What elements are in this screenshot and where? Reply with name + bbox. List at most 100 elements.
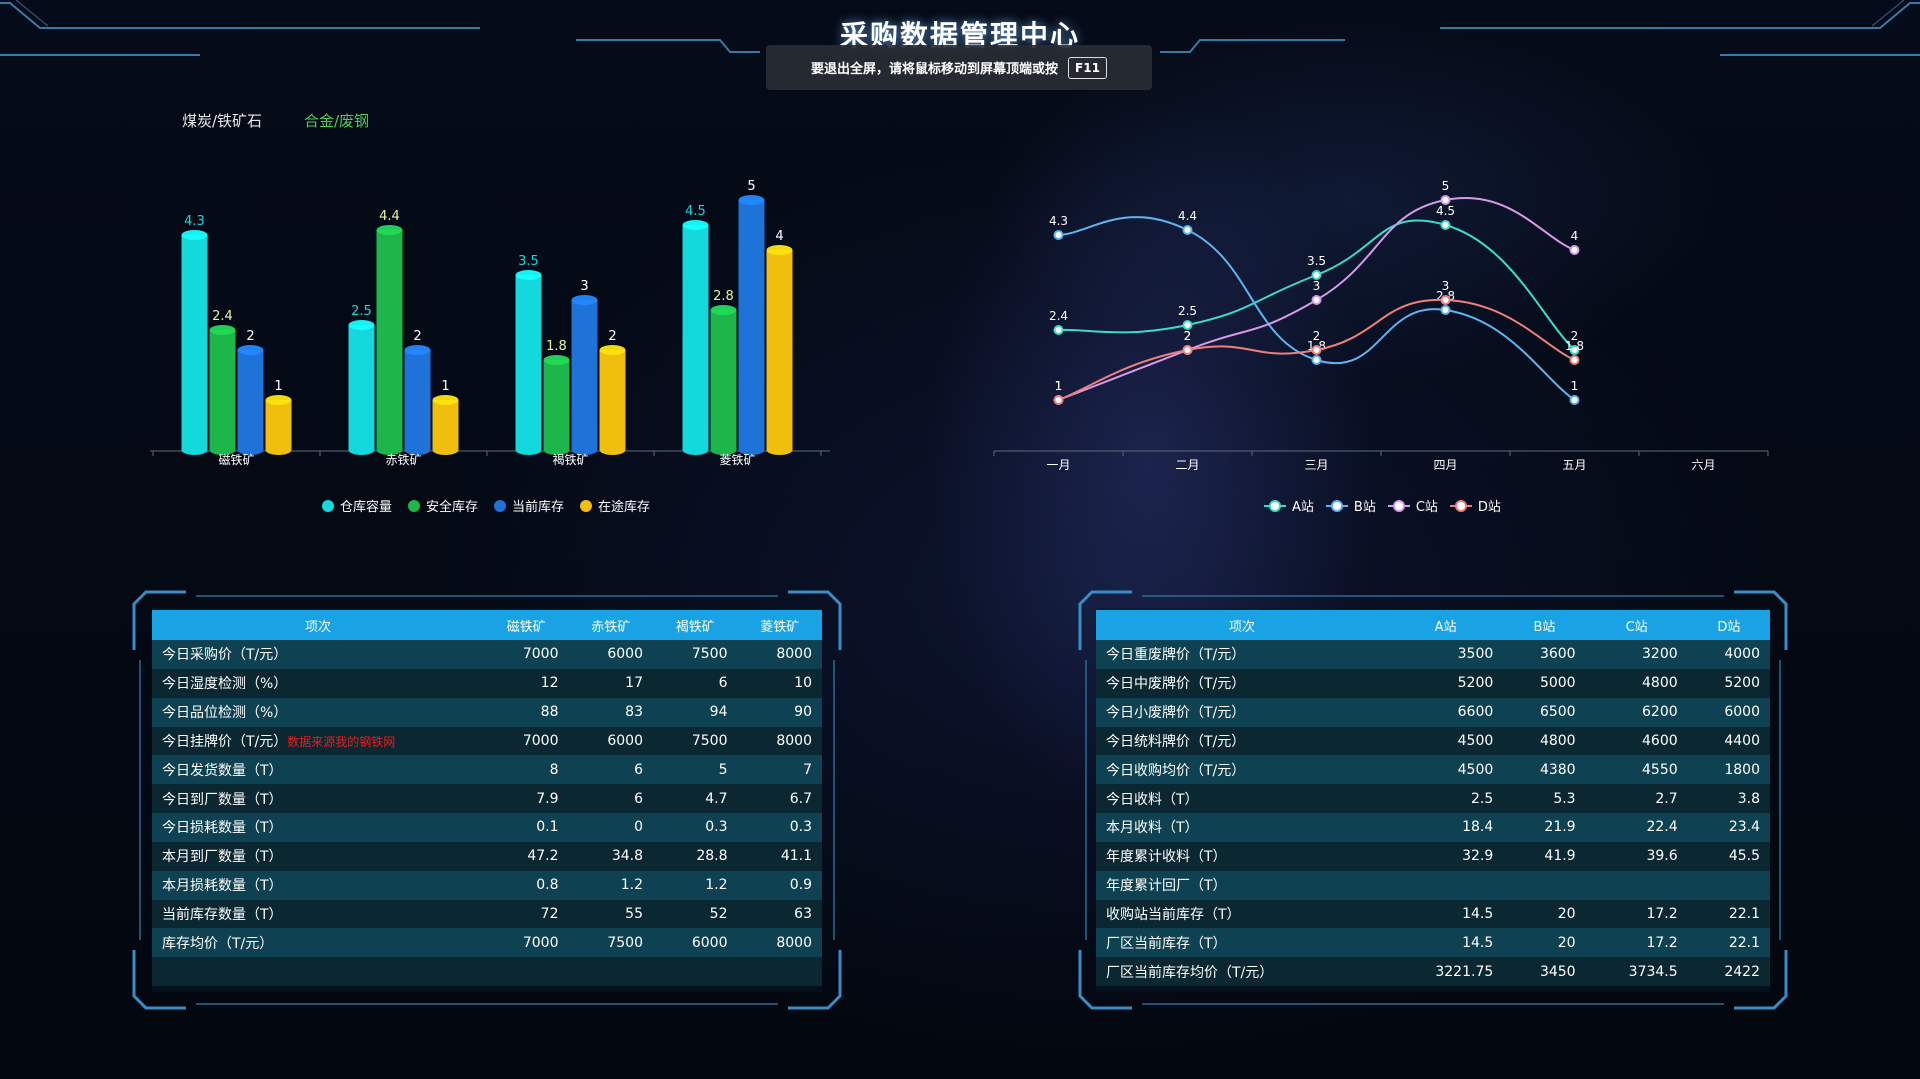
series-point[interactable]: [1440, 220, 1451, 230]
table-cell: 6.7: [737, 784, 822, 814]
table-cell: 17.2: [1585, 928, 1688, 958]
series-point[interactable]: [1569, 245, 1580, 255]
series-line[interactable]: [1058, 216, 1576, 401]
series-point[interactable]: [1311, 270, 1322, 280]
row-label-cell: 当前库存数量（T）: [152, 899, 484, 929]
bar[interactable]: [181, 230, 208, 455]
legend-item-current-stock[interactable]: 当前库存: [494, 496, 564, 515]
table-cell: 18.4: [1388, 813, 1504, 842]
series-point[interactable]: [1440, 195, 1451, 205]
bar[interactable]: [432, 395, 459, 455]
series-point[interactable]: [1569, 355, 1580, 365]
row-label-cell: 厂区当前库存均价（T/元）: [1096, 957, 1388, 987]
bar[interactable]: [682, 220, 709, 455]
series-point[interactable]: [1053, 395, 1064, 405]
table-cell: 0.1: [484, 813, 569, 842]
legend-item-capacity[interactable]: 仓库容量: [322, 496, 392, 515]
table-cell: 7000: [484, 640, 569, 669]
legend-item-safety-stock[interactable]: 安全库存: [408, 496, 478, 515]
row-label: 今日中废牌价（T/元）: [1106, 676, 1246, 693]
row-label: 今日重废牌价（T/元）: [1106, 647, 1246, 664]
table-cell: 3450: [1503, 957, 1586, 987]
table-row: 今日湿度检测（%） 12 17 6 10: [152, 668, 822, 698]
data-source-note: 数据来源我的钢铁网: [287, 734, 396, 749]
col-header: A站: [1388, 610, 1504, 640]
table-cell: 6200: [1585, 697, 1688, 727]
table-cell: 4000: [1687, 640, 1770, 669]
row-label: 当前库存数量（T）: [162, 907, 283, 924]
table-row: 今日中废牌价（T/元） 5200 5000 4800 5200: [1096, 668, 1770, 698]
series-point[interactable]: [1311, 295, 1322, 305]
table-cell: 2422: [1687, 957, 1770, 987]
legend-label: A站: [1292, 500, 1314, 515]
bar[interactable]: [376, 225, 403, 455]
table-cell: 20: [1503, 928, 1586, 958]
series-point[interactable]: [1053, 230, 1064, 240]
bar-value-label: 2.8: [713, 289, 734, 304]
bar[interactable]: [543, 355, 570, 455]
series-point[interactable]: [1440, 295, 1451, 305]
row-label: 收购站当前库存（T）: [1106, 907, 1241, 924]
bar[interactable]: [738, 195, 765, 455]
legend-item-b-station[interactable]: B站: [1325, 496, 1376, 515]
bar[interactable]: [237, 345, 264, 455]
legend-item-c-station[interactable]: C站: [1387, 496, 1438, 515]
row-label: 今日湿度检测（%）: [162, 676, 288, 693]
table-cell: 4550: [1585, 755, 1688, 785]
legend-label: B站: [1353, 500, 1376, 515]
legend-item-d-station[interactable]: D站: [1449, 496, 1501, 515]
series-point[interactable]: [1182, 225, 1193, 235]
bar-chart: 4.3 2.4 2 1 磁铁矿 2.5 4.4 2 1 赤铁矿 3.5 1.8 3 2 褐铁矿 4.5 2.8 5…: [150, 179, 830, 467]
table-row: 当前库存数量（T） 72 55 52 63: [152, 899, 822, 929]
bar[interactable]: [265, 395, 292, 455]
table-row: 今日发货数量（T） 8 6 5 7: [152, 755, 822, 785]
table-row: 今日损耗数量（T） 0.1 0 0.3 0.3: [152, 813, 822, 842]
table-cell: 3500: [1388, 640, 1504, 669]
bar-value-label: 1: [441, 379, 449, 394]
point-value-label: 2: [1184, 329, 1192, 343]
legend-label: D站: [1477, 500, 1501, 515]
point-value-label: 4.4: [1178, 209, 1197, 223]
bar[interactable]: [404, 345, 431, 455]
series-point[interactable]: [1182, 320, 1193, 330]
legend-label: 仓库容量: [340, 500, 393, 515]
table-cell: 8000: [737, 928, 822, 958]
tab-alloy-scrap-steel[interactable]: 合金/废钢: [304, 110, 369, 131]
bar[interactable]: [766, 245, 793, 455]
series-point[interactable]: [1569, 395, 1580, 405]
bar[interactable]: [348, 320, 375, 455]
bar[interactable]: [710, 305, 737, 455]
table-cell: 4800: [1585, 668, 1688, 698]
row-label: 今日收料（T）: [1106, 791, 1199, 808]
table-cell: 63: [737, 899, 822, 929]
table-cell: 90: [737, 697, 822, 727]
fullscreen-notice: 要退出全屏，请将鼠标移动到屏幕顶端或按 F11: [766, 45, 1152, 90]
table-cell: 1.2: [653, 870, 738, 900]
table-row: [152, 957, 822, 987]
col-header: D站: [1687, 610, 1770, 640]
table-cell: 2.5: [1388, 784, 1504, 814]
legend-item-a-station[interactable]: A站: [1264, 496, 1314, 515]
bar[interactable]: [209, 325, 236, 455]
series-point[interactable]: [1440, 305, 1451, 315]
series-point[interactable]: [1311, 355, 1322, 365]
tab-coal-iron-ore[interactable]: 煤炭/铁矿石: [182, 110, 262, 131]
table-cell: 52: [653, 899, 738, 929]
row-label: 今日收购均价（T/元）: [1106, 762, 1246, 779]
series-point[interactable]: [1182, 345, 1193, 355]
col-header: 项次: [1096, 610, 1388, 640]
table-cell: 7: [737, 755, 822, 785]
table-cell: 45.5: [1687, 841, 1770, 871]
legend-item-in-transit[interactable]: 在途库存: [580, 496, 650, 515]
table-cell: 5: [653, 755, 738, 785]
x-axis-tick-label: 赤铁矿: [385, 453, 421, 467]
bar[interactable]: [571, 295, 598, 455]
table-cell: 0.8: [484, 870, 569, 900]
series-point[interactable]: [1311, 345, 1322, 355]
table-cell: 20: [1503, 899, 1586, 929]
bar[interactable]: [599, 345, 626, 455]
x-axis-tick-label: 菱铁矿: [719, 453, 755, 467]
table-cell: 4380: [1503, 755, 1586, 785]
series-point[interactable]: [1053, 325, 1064, 335]
bar[interactable]: [515, 270, 542, 455]
